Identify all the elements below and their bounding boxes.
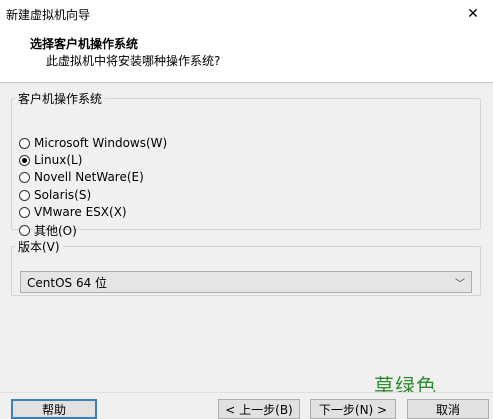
radio-option-netware[interactable]: Novell NetWare(E): [19, 169, 144, 185]
guest-os-legend: 客户机操作系统: [18, 92, 103, 106]
radio-label-windows: Microsoft Windows(W): [34, 136, 168, 150]
next-button[interactable]: 下一步(N) >: [310, 399, 396, 419]
radio-button-vmware-esx[interactable]: [19, 206, 30, 218]
close-icon[interactable]: ✕: [453, 0, 493, 28]
help-button[interactable]: 帮助: [11, 399, 97, 419]
page-subtitle: 此虚拟机中将安装哪种操作系统?: [46, 54, 221, 68]
radio-label-vmware-esx: VMware ESX(X): [34, 205, 127, 219]
cancel-button[interactable]: 取消: [407, 399, 489, 419]
radio-button-windows[interactable]: [19, 137, 30, 149]
radio-label-other: 其他(O): [34, 223, 77, 238]
chevron-down-icon[interactable]: ﹀: [455, 275, 465, 290]
page-title: 选择客户机操作系统: [30, 37, 139, 51]
window-title: 新建虚拟机向导: [6, 8, 91, 22]
radio-button-linux[interactable]: [19, 154, 30, 166]
title-bar: 新建虚拟机向导 ✕: [0, 0, 493, 28]
radio-option-vmware-esx[interactable]: VMware ESX(X): [19, 204, 127, 220]
version-legend: 版本(V): [18, 240, 60, 254]
version-group: 版本(V) CentOS 64 位 ﹀: [11, 238, 481, 296]
radio-button-other[interactable]: [19, 224, 30, 236]
radio-label-netware: Novell NetWare(E): [34, 170, 144, 184]
new-vm-wizard-window: 新建虚拟机向导 ✕ 选择客户机操作系统 此虚拟机中将安装哪种操作系统? 客户机操…: [0, 0, 493, 419]
guest-os-group: 客户机操作系统 Microsoft Windows(W) Linux(L) No…: [11, 90, 481, 238]
radio-button-solaris[interactable]: [19, 189, 30, 201]
radio-label-solaris: Solaris(S): [34, 188, 92, 202]
version-selected-value: CentOS 64 位: [27, 275, 108, 290]
radio-label-linux: Linux(L): [34, 153, 83, 167]
wizard-header: 选择客户机操作系统 此虚拟机中将安装哪种操作系统?: [0, 28, 493, 83]
back-button[interactable]: < 上一步(B): [218, 399, 300, 419]
radio-option-solaris[interactable]: Solaris(S): [19, 187, 91, 203]
radio-button-netware[interactable]: [19, 171, 30, 183]
version-select[interactable]: CentOS 64 位 ﹀: [20, 271, 472, 293]
radio-option-other[interactable]: 其他(O): [19, 222, 77, 238]
radio-option-windows[interactable]: Microsoft Windows(W): [19, 135, 167, 151]
radio-option-linux[interactable]: Linux(L): [19, 152, 82, 168]
